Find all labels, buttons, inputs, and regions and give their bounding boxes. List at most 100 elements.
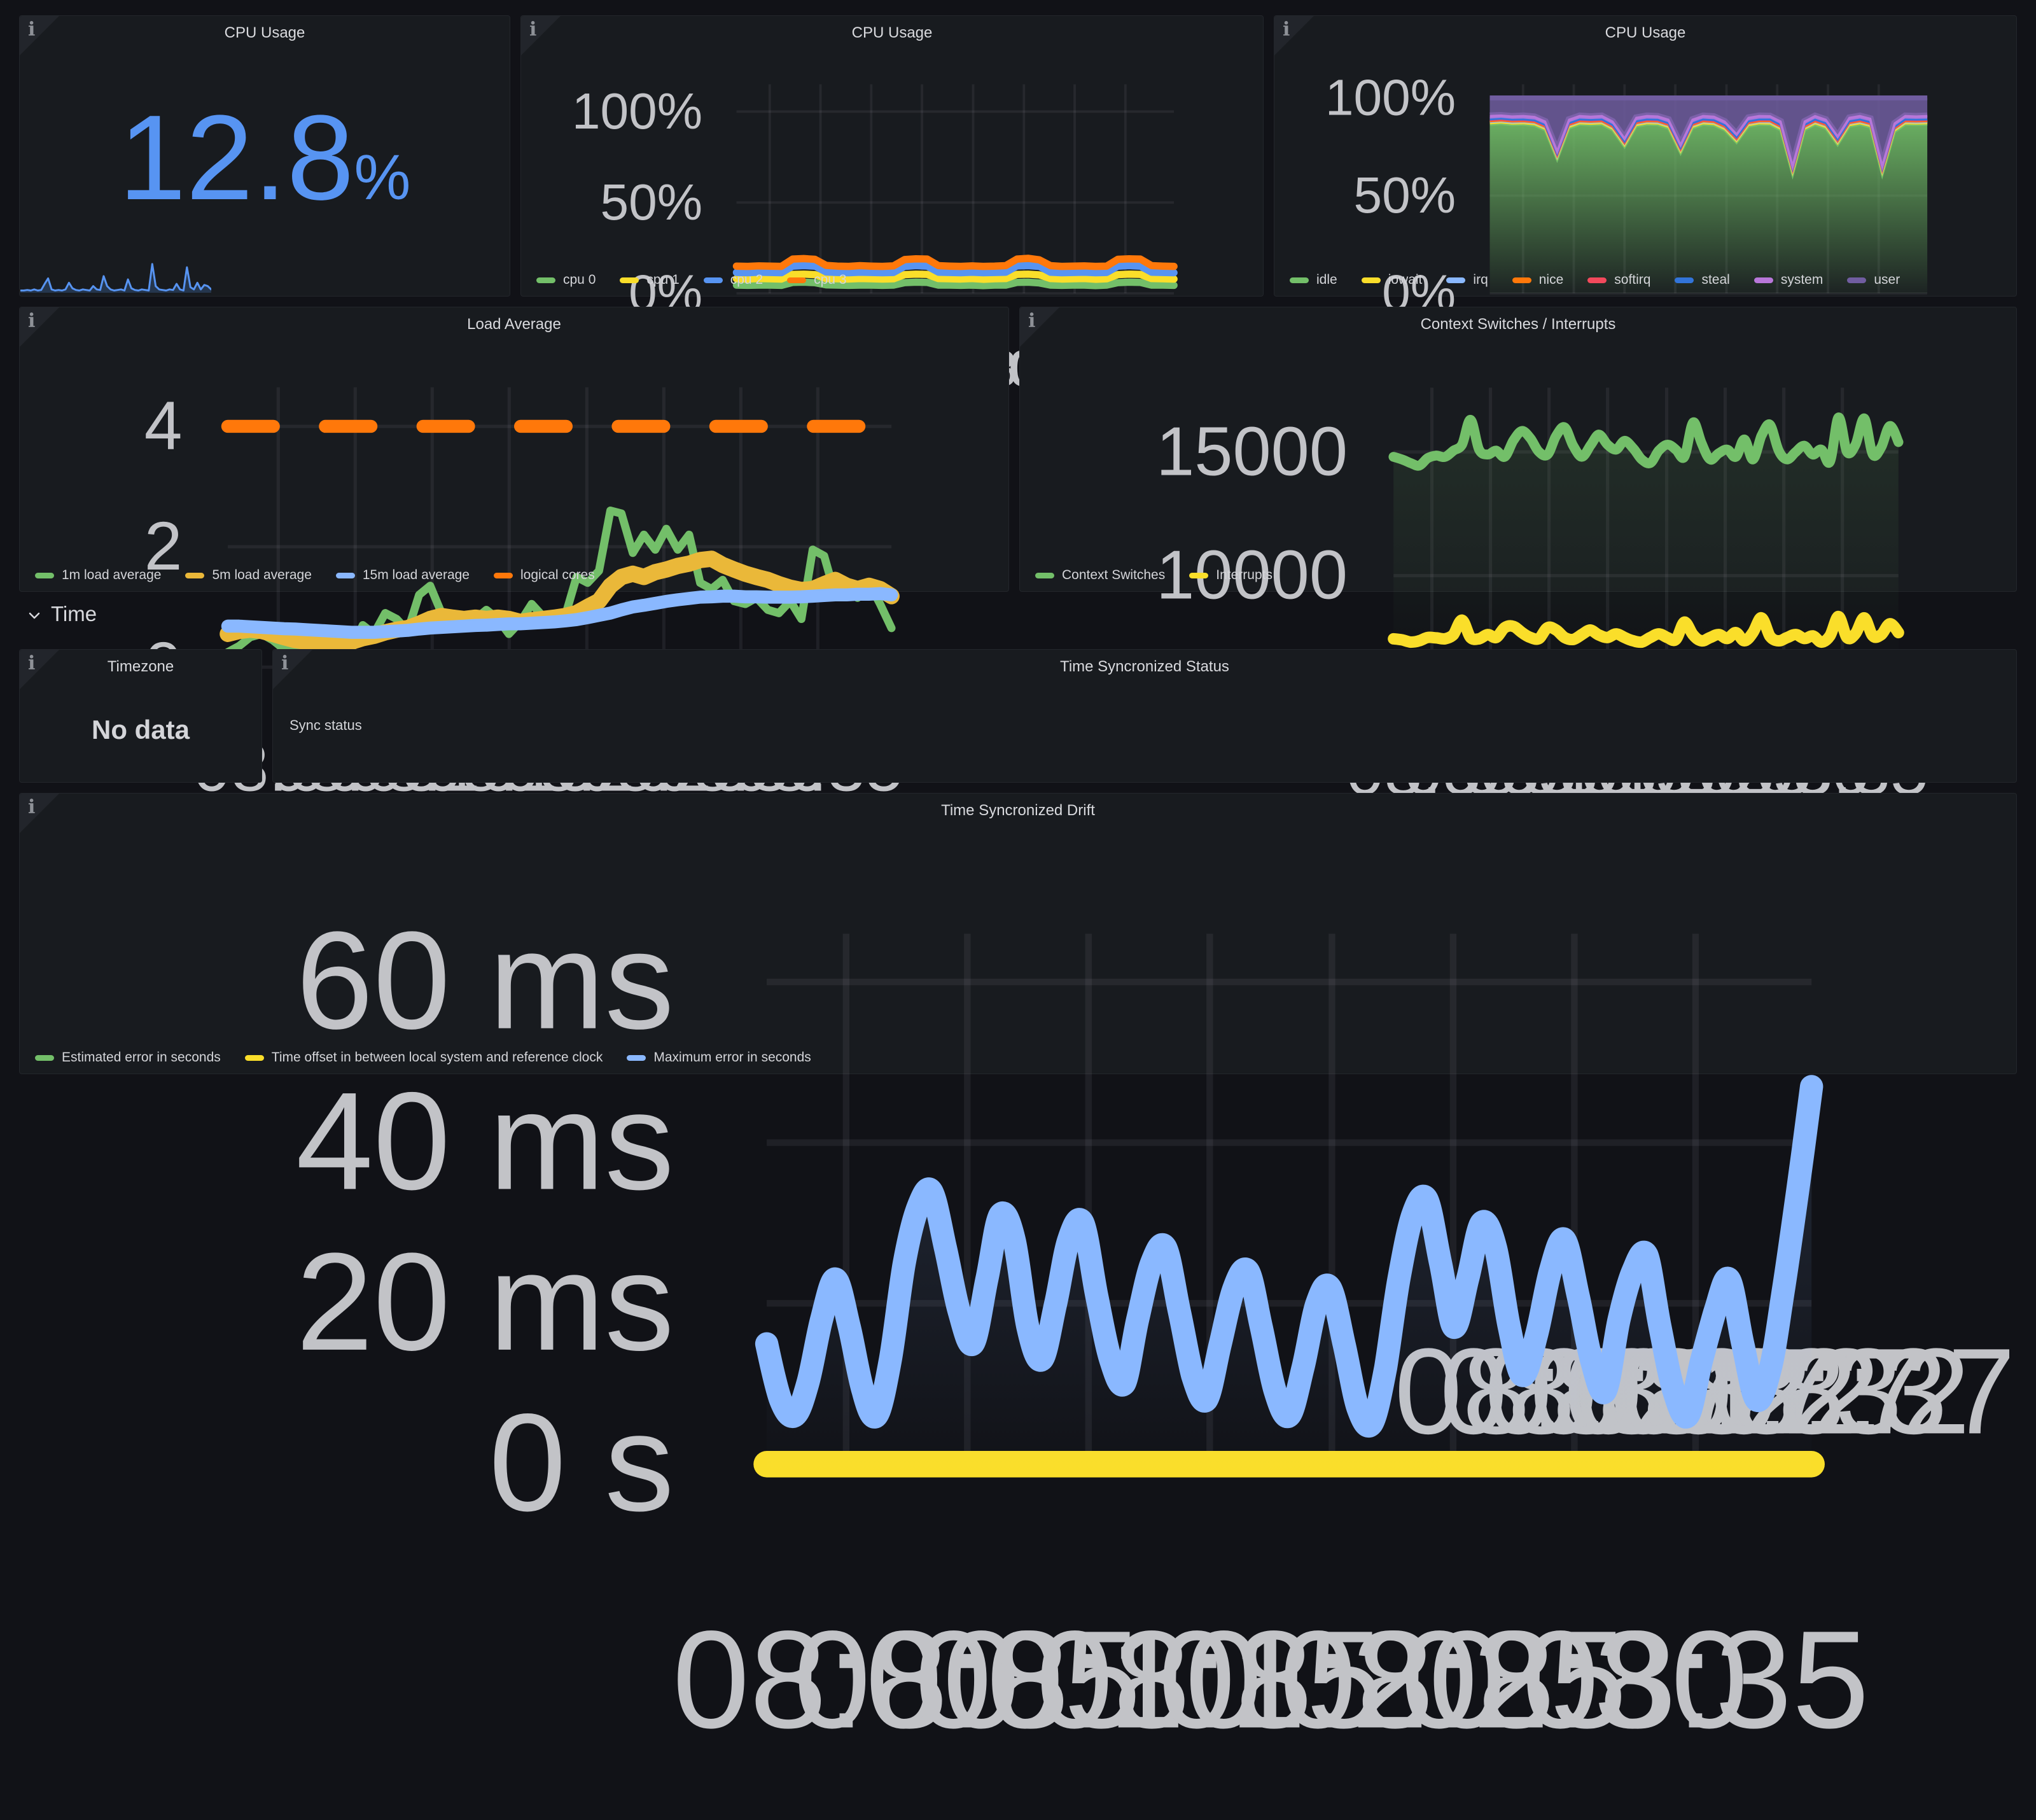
legend-label: irq bbox=[1473, 272, 1488, 288]
legend-item[interactable]: 5m load average bbox=[185, 568, 311, 583]
panel-context-switches-interrupts: i Context Switches / Interrupts 10000150… bbox=[1019, 307, 2017, 592]
legend-color-chip bbox=[704, 277, 723, 283]
panel-cpu-usage-per-core: i CPU Usage 0%50%100%08:0008:0508:1008:1… bbox=[520, 15, 1264, 297]
svg-text:0 s: 0 s bbox=[489, 1385, 674, 1540]
legend-color-chip bbox=[1587, 277, 1607, 283]
legend-item[interactable]: Time offset in between local system and … bbox=[245, 1050, 603, 1065]
legend-color-chip bbox=[1189, 573, 1208, 578]
legend-item[interactable]: Context Switches bbox=[1035, 568, 1165, 583]
panel-cpu-usage-stat: i CPU Usage 12.8% bbox=[19, 15, 510, 297]
legend-color-chip bbox=[620, 277, 639, 283]
legend-color-chip bbox=[1362, 277, 1381, 283]
svg-text:100%: 100% bbox=[1325, 69, 1456, 126]
info-icon: i bbox=[1283, 18, 1290, 41]
legend-label: Time offset in between local system and … bbox=[272, 1050, 603, 1065]
legend-item[interactable]: user bbox=[1847, 272, 1900, 288]
panel-info-corner[interactable]: i bbox=[1274, 16, 1314, 55]
chart-legend: Estimated error in seconds Time offset in… bbox=[35, 1050, 811, 1065]
legend-item[interactable]: Interrupts bbox=[1189, 568, 1272, 583]
panel-title[interactable]: CPU Usage bbox=[58, 24, 471, 42]
panel-info-corner[interactable]: i bbox=[20, 307, 59, 347]
chart-legend: 1m load average 5m load average 15m load a… bbox=[35, 568, 595, 583]
info-icon: i bbox=[281, 652, 288, 675]
panel-title[interactable]: Timezone bbox=[58, 658, 223, 676]
panel-load-average: i Load Average 02408:0008:0508:1008:1508… bbox=[19, 307, 1009, 592]
section-row-time[interactable]: Time bbox=[27, 602, 97, 626]
cpu-usage-sparkline-chart[interactable] bbox=[20, 237, 211, 295]
panel-title[interactable]: Context Switches / Interrupts bbox=[1058, 316, 1978, 333]
legend-color-chip bbox=[1035, 573, 1054, 578]
legend-color-chip bbox=[1512, 277, 1531, 283]
chevron-down-icon bbox=[27, 608, 42, 623]
legend-label: iowait bbox=[1388, 272, 1423, 288]
info-icon: i bbox=[28, 652, 35, 675]
legend-color-chip bbox=[35, 1055, 54, 1061]
info-icon: i bbox=[28, 310, 35, 332]
legend-item[interactable]: Estimated error in seconds bbox=[35, 1050, 221, 1065]
svg-text:40 ms: 40 ms bbox=[296, 1063, 674, 1219]
legend-color-chip bbox=[536, 277, 555, 283]
legend-item[interactable]: iowait bbox=[1362, 272, 1423, 288]
panel-title[interactable]: CPU Usage bbox=[1313, 24, 1978, 42]
panel-time-sync-status: i Time Syncronized Status Sync status 08… bbox=[272, 649, 2017, 783]
legend-label: 15m load average bbox=[363, 568, 470, 583]
legend-item[interactable]: 1m load average bbox=[35, 568, 161, 583]
chart-legend: Context Switches Interrupts bbox=[1035, 568, 1272, 583]
legend-label: cpu 2 bbox=[730, 272, 763, 288]
legend-item[interactable]: cpu 1 bbox=[620, 272, 679, 288]
panel-title[interactable]: Load Average bbox=[58, 316, 970, 333]
legend-label: nice bbox=[1539, 272, 1564, 288]
legend-item[interactable]: softirq bbox=[1587, 272, 1650, 288]
svg-text:50%: 50% bbox=[1353, 166, 1456, 223]
legend-label: Interrupts bbox=[1216, 568, 1272, 583]
legend-label: idle bbox=[1316, 272, 1337, 288]
legend-color-chip bbox=[1446, 277, 1465, 283]
panel-title[interactable]: Time Syncronized Drift bbox=[58, 802, 1978, 820]
legend-item[interactable]: cpu 0 bbox=[536, 272, 596, 288]
panel-info-corner[interactable]: i bbox=[20, 794, 59, 833]
legend-label: cpu 3 bbox=[814, 272, 846, 288]
panel-info-corner[interactable]: i bbox=[1020, 307, 1059, 347]
legend-label: system bbox=[1781, 272, 1823, 288]
panel-title[interactable]: CPU Usage bbox=[559, 24, 1225, 42]
svg-text:20 ms: 20 ms bbox=[296, 1224, 674, 1380]
svg-text:60 ms: 60 ms bbox=[296, 903, 674, 1058]
panel-timezone: i Timezone No data bbox=[19, 649, 262, 783]
time-drift-line-chart[interactable]: 0 s20 ms40 ms60 ms08:0008:0508:1008:1508… bbox=[26, 828, 2010, 1820]
info-icon: i bbox=[1028, 310, 1035, 332]
legend-label: cpu 0 bbox=[563, 272, 596, 288]
legend-color-chip bbox=[627, 1055, 646, 1061]
legend-color-chip bbox=[1847, 277, 1866, 283]
legend-color-chip bbox=[35, 573, 54, 578]
svg-text:100%: 100% bbox=[572, 82, 702, 139]
legend-item[interactable]: steal bbox=[1675, 272, 1729, 288]
legend-label: cpu 1 bbox=[646, 272, 679, 288]
legend-color-chip bbox=[1290, 277, 1309, 283]
legend-item[interactable]: logical cores bbox=[494, 568, 595, 583]
legend-color-chip bbox=[185, 573, 204, 578]
stat-value: 12.8% bbox=[20, 97, 510, 218]
panel-title[interactable]: Time Syncronized Status bbox=[311, 658, 1978, 676]
legend-item[interactable]: idle bbox=[1290, 272, 1337, 288]
legend-color-chip bbox=[1754, 277, 1773, 283]
legend-item[interactable]: irq bbox=[1446, 272, 1488, 288]
legend-item[interactable]: cpu 3 bbox=[787, 272, 846, 288]
panel-info-corner[interactable]: i bbox=[521, 16, 561, 55]
stat-unit: % bbox=[354, 142, 410, 213]
legend-item[interactable]: nice bbox=[1512, 272, 1564, 288]
svg-text:15000: 15000 bbox=[1156, 412, 1348, 489]
legend-item[interactable]: system bbox=[1754, 272, 1823, 288]
stat-number: 12.8 bbox=[119, 90, 354, 225]
svg-text:50%: 50% bbox=[600, 173, 702, 230]
legend-item[interactable]: cpu 2 bbox=[704, 272, 763, 288]
panel-info-corner[interactable]: i bbox=[20, 16, 59, 55]
legend-label: Maximum error in seconds bbox=[653, 1050, 811, 1065]
legend-item[interactable]: 15m load average bbox=[336, 568, 470, 583]
legend-item[interactable]: Maximum error in seconds bbox=[627, 1050, 811, 1065]
no-data-message: No data bbox=[20, 678, 261, 782]
svg-text:4: 4 bbox=[144, 388, 183, 464]
chart-legend: cpu 0 cpu 1 cpu 2 cpu 3 bbox=[536, 272, 847, 288]
section-title: Time bbox=[51, 602, 97, 626]
info-icon: i bbox=[28, 18, 35, 41]
legend-label: steal bbox=[1701, 272, 1729, 288]
